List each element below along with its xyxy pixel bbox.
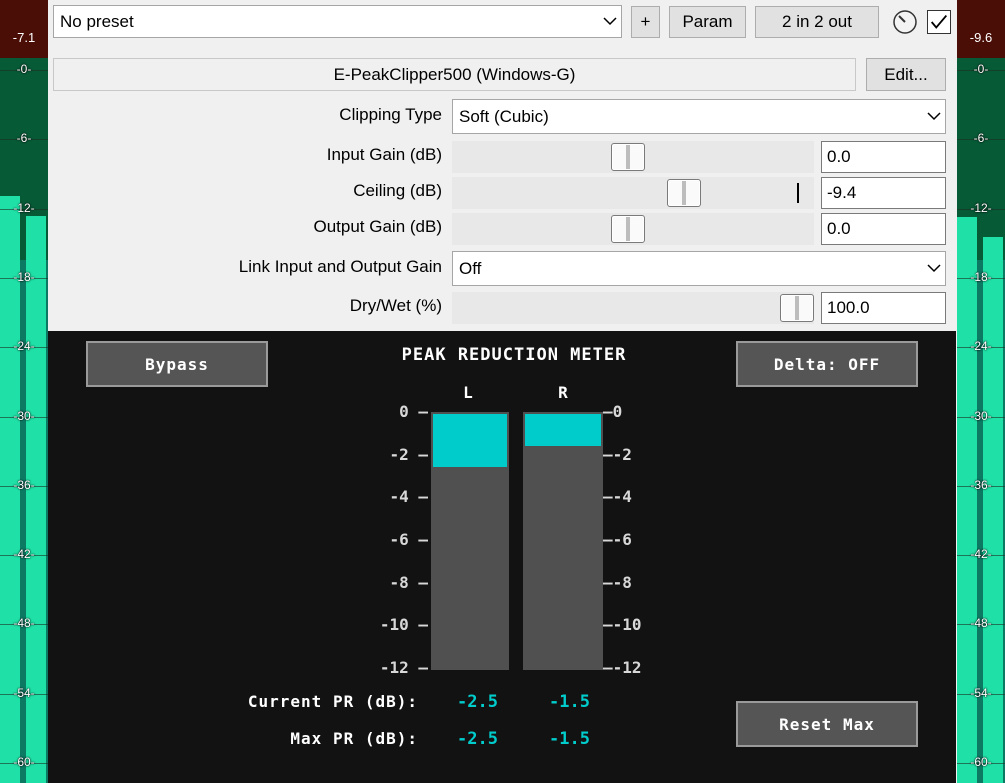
peak-reduction-panel: Bypass PEAK REDUCTION METER Delta: OFF L… bbox=[48, 331, 956, 783]
left-tick-label: -12 – bbox=[379, 658, 428, 677]
max-pr-right-value: -1.5 bbox=[549, 729, 590, 749]
left-meter-scale: -0- -6- -12- -18- -24- -30- -36- -42- -48- -54- -6… bbox=[0, 0, 48, 783]
right-meter-scale: -0- -6- -12- -18- -24- -30- -36- -42- -48- -54- -6… bbox=[957, 0, 1005, 783]
reset-max-button[interactable]: Reset Max bbox=[736, 701, 918, 747]
right-tick-scale: –0 –-2 –-4 –-6 –-8 –-10 –-12 bbox=[603, 331, 683, 783]
output-gain-slider[interactable] bbox=[452, 213, 814, 245]
clipping-type-value: Soft (Cubic) bbox=[459, 106, 549, 126]
bypass-button[interactable]: Bypass bbox=[86, 341, 268, 387]
link-gain-dropdown[interactable]: Off bbox=[452, 251, 946, 286]
enable-checkbox[interactable] bbox=[927, 10, 951, 34]
ceiling-label: Ceiling (dB) bbox=[353, 181, 442, 200]
ceiling-field[interactable]: -9.4 bbox=[821, 177, 946, 209]
meter-scale-label: -24- bbox=[13, 339, 35, 354]
output-gain-label: Output Gain (dB) bbox=[313, 217, 442, 236]
ceiling-slider-thumb[interactable] bbox=[667, 179, 701, 207]
meter-scale-label: -48- bbox=[970, 616, 992, 631]
right-reduction-fill bbox=[525, 414, 601, 446]
right-tick-label: –-8 bbox=[603, 572, 632, 592]
ceiling-default-marker bbox=[797, 183, 799, 203]
left-tick-label: -4 – bbox=[389, 487, 428, 507]
meter-scale-label: -18- bbox=[970, 269, 992, 284]
delta-button[interactable]: Delta: OFF bbox=[736, 341, 918, 387]
meter-scale-label: -36- bbox=[970, 477, 992, 492]
plugin-title: E-PeakClipper500 (Windows-G) bbox=[53, 58, 856, 91]
chevron-down-icon bbox=[923, 112, 945, 121]
input-gain-field[interactable]: 0.0 bbox=[821, 141, 946, 173]
right-tick-label: –-4 bbox=[603, 487, 632, 507]
current-pr-left-value: -2.5 bbox=[457, 692, 498, 712]
meter-scale-label: -42- bbox=[970, 547, 992, 562]
meter-scale-label: -12- bbox=[970, 200, 992, 215]
meter-scale-label: -0- bbox=[973, 62, 989, 76]
right-tick-label: –-12 bbox=[603, 658, 642, 677]
meter-scale-label: -6- bbox=[16, 131, 32, 146]
param-button[interactable]: Param bbox=[669, 6, 746, 38]
current-pr-right-value: -1.5 bbox=[549, 692, 590, 712]
left-tick-label: -10 – bbox=[379, 615, 428, 635]
chevron-down-icon bbox=[923, 264, 945, 273]
wet-knob-icon[interactable] bbox=[892, 9, 918, 35]
right-tick-label: –0 bbox=[603, 402, 623, 421]
meter-scale-label: -60- bbox=[13, 755, 35, 769]
link-gain-value: Off bbox=[459, 258, 482, 278]
preset-value: No preset bbox=[60, 11, 134, 31]
meter-scale-label: -30- bbox=[970, 408, 992, 423]
right-tick-label: –-2 bbox=[603, 444, 632, 464]
meter-scale-label: -54- bbox=[970, 685, 992, 700]
ceiling-slider[interactable] bbox=[452, 177, 814, 209]
left-tick-label: -2 – bbox=[389, 444, 428, 464]
clipping-type-dropdown[interactable]: Soft (Cubic) bbox=[452, 99, 946, 134]
checkmark-icon bbox=[930, 14, 948, 29]
chevron-down-icon bbox=[599, 17, 621, 26]
right-reduction-bar bbox=[523, 412, 603, 670]
meter-scale-label: -48- bbox=[13, 616, 35, 631]
left-tick-label: 0 – bbox=[399, 402, 428, 421]
meter-scale-label: -36- bbox=[13, 477, 35, 492]
current-pr-label: Current PR (dB): bbox=[247, 692, 418, 711]
max-pr-label: Max PR (dB): bbox=[290, 729, 418, 748]
meter-scale-label: -18- bbox=[13, 269, 35, 284]
right-level-meter: -9.6 -0- -6- -12- -18- -24- -30- -36- -42- -48- -… bbox=[957, 0, 1005, 783]
meter-scale-label: -30- bbox=[13, 408, 35, 423]
dry-wet-field[interactable]: 100.0 bbox=[821, 292, 946, 324]
preset-dropdown[interactable]: No preset bbox=[53, 5, 622, 38]
dry-wet-slider[interactable] bbox=[452, 292, 814, 324]
meter-scale-label: -0- bbox=[16, 62, 32, 76]
input-gain-slider-thumb[interactable] bbox=[611, 143, 645, 171]
link-gain-label: Link Input and Output Gain bbox=[238, 257, 442, 276]
left-channel-label: L bbox=[463, 383, 473, 402]
right-tick-label: –-6 bbox=[603, 530, 632, 549]
output-gain-slider-thumb[interactable] bbox=[611, 215, 645, 243]
left-tick-label: -8 – bbox=[389, 572, 428, 592]
max-pr-left-value: -2.5 bbox=[457, 729, 498, 749]
meter-scale-label: -42- bbox=[13, 547, 35, 562]
clipping-type-label: Clipping Type bbox=[339, 105, 442, 124]
right-channel-label: R bbox=[558, 383, 568, 402]
output-gain-field[interactable]: 0.0 bbox=[821, 213, 946, 245]
input-gain-slider[interactable] bbox=[452, 141, 814, 173]
right-tick-label: –-10 bbox=[603, 615, 642, 635]
meter-scale-label: -54- bbox=[13, 685, 35, 700]
left-level-meter: -7.1 -0- -6- -12- -18- -24- -30- -36- -42- -48- -… bbox=[0, 0, 48, 783]
meter-scale-label: -60- bbox=[970, 755, 992, 769]
edit-button[interactable]: Edit... bbox=[866, 58, 946, 91]
meter-scale-label: -24- bbox=[970, 339, 992, 354]
io-routing-button[interactable]: 2 in 2 out bbox=[755, 6, 879, 38]
dry-wet-slider-thumb[interactable] bbox=[780, 294, 814, 322]
left-tick-label: -6 – bbox=[389, 530, 428, 549]
left-reduction-fill bbox=[433, 414, 507, 467]
meter-scale-label: -6- bbox=[973, 131, 989, 146]
left-reduction-bar bbox=[431, 412, 509, 670]
dry-wet-label: Dry/Wet (%) bbox=[349, 296, 442, 315]
meter-scale-label: -12- bbox=[13, 200, 35, 215]
add-preset-button[interactable]: + bbox=[631, 6, 660, 38]
input-gain-label: Input Gain (dB) bbox=[326, 145, 442, 164]
